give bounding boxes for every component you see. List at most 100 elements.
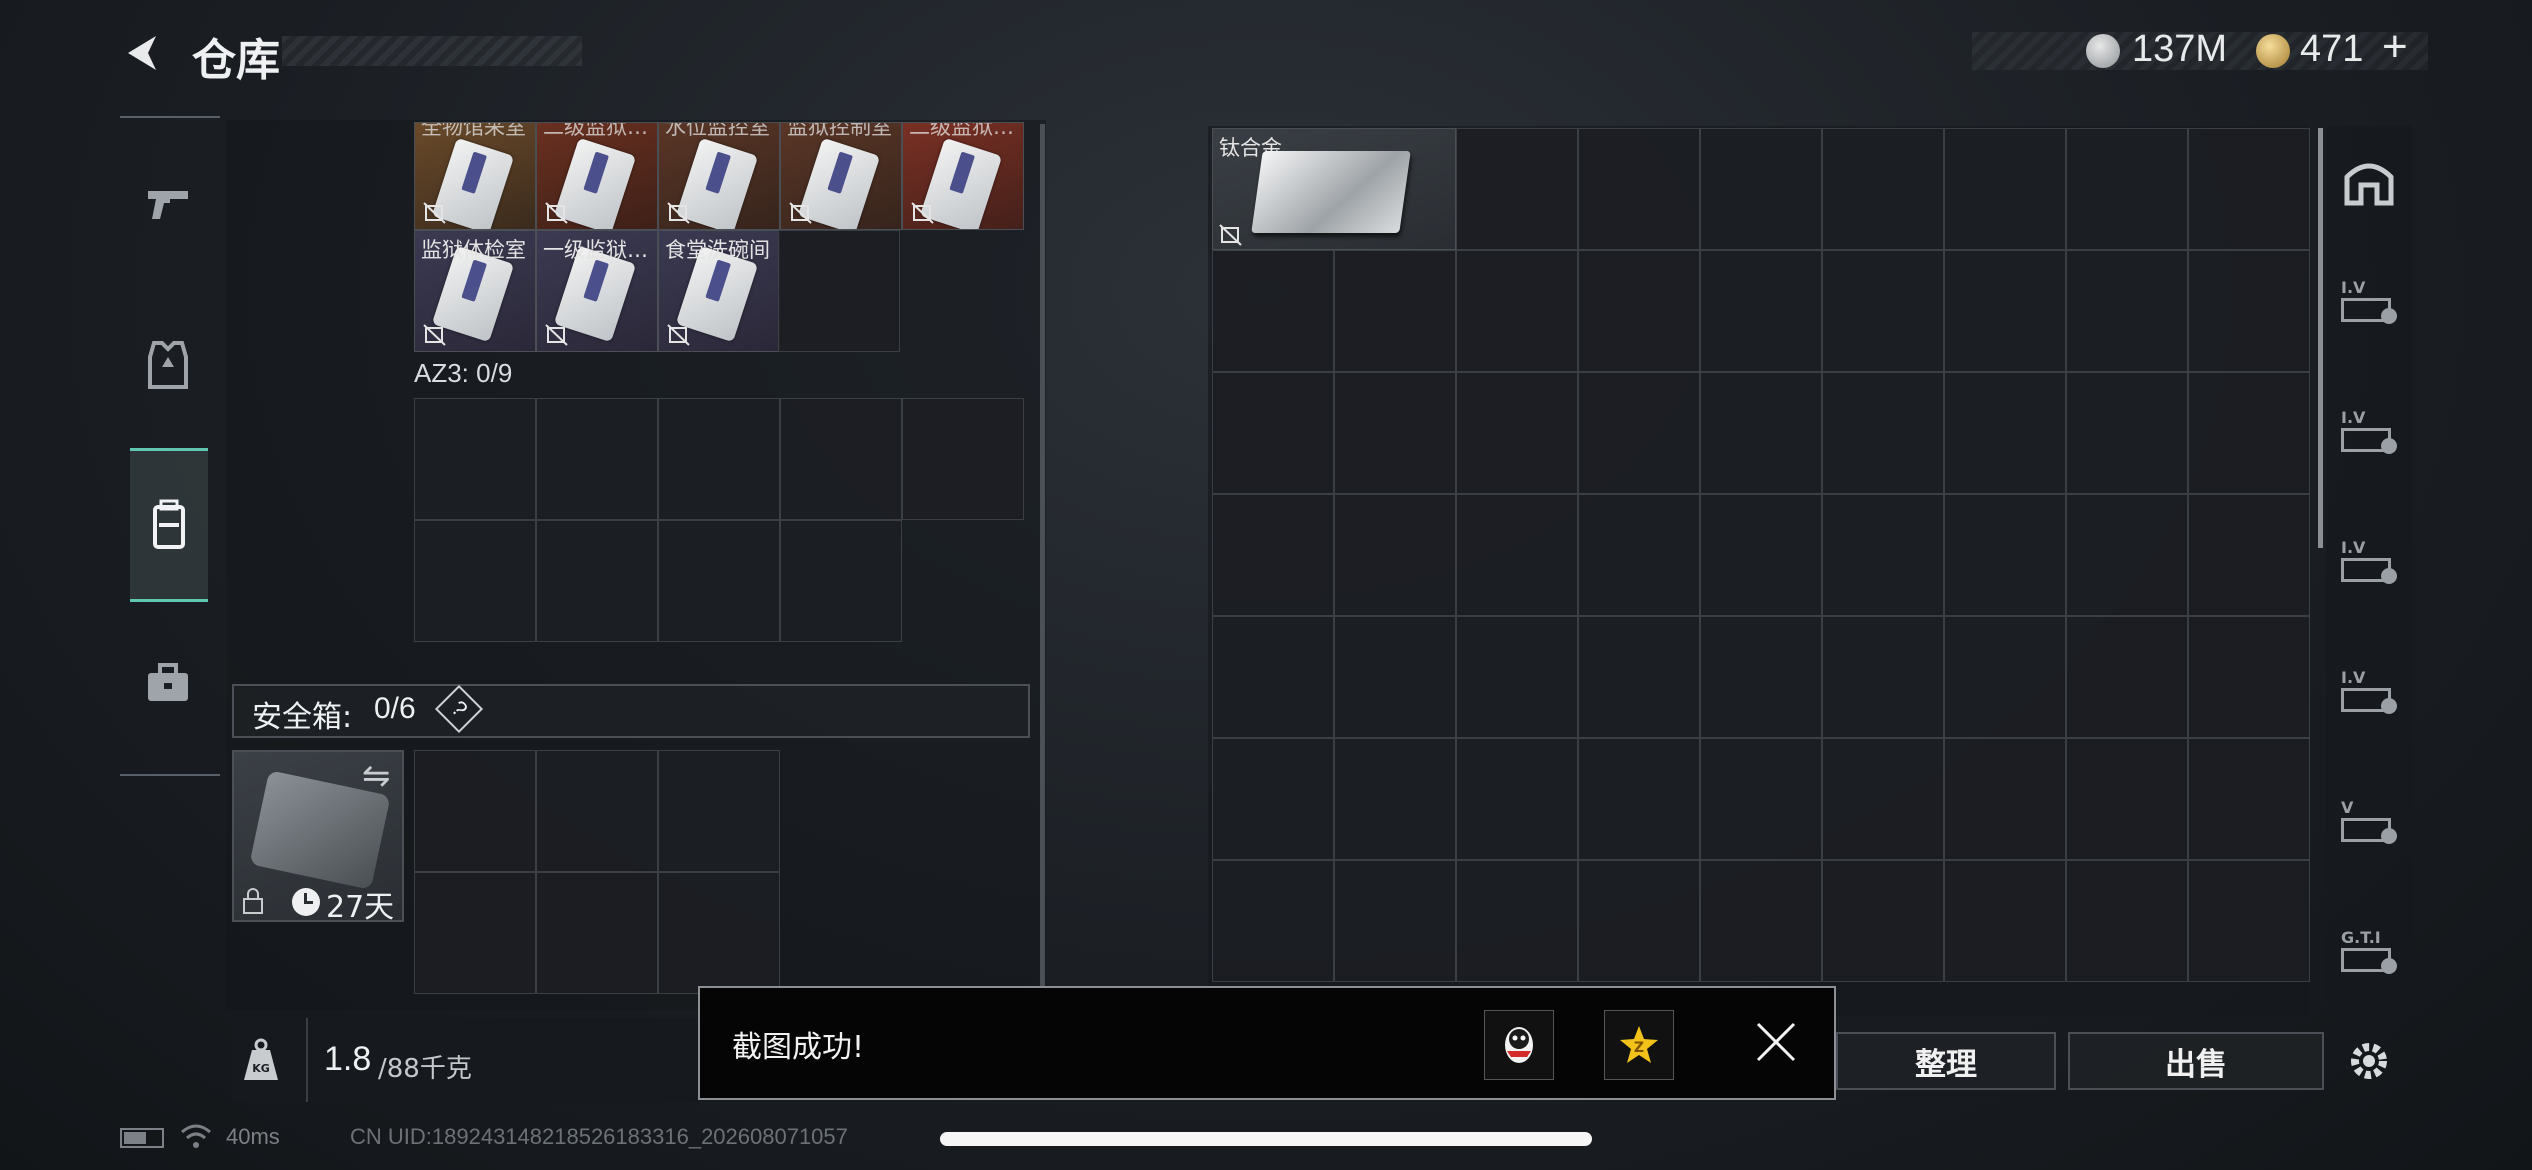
toast-close-button[interactable] <box>1752 1018 1800 1066</box>
grid-cell[interactable] <box>1700 860 1822 982</box>
back-button[interactable] <box>118 28 168 78</box>
grid-cell[interactable] <box>1334 738 1456 860</box>
grid-cell[interactable] <box>1822 616 1944 738</box>
grid-cell[interactable] <box>1822 738 1944 860</box>
grid-cell[interactable] <box>536 750 658 872</box>
grid-cell[interactable] <box>1578 372 1700 494</box>
storage-tab-3[interactable]: I.V <box>2332 526 2406 600</box>
grid-cell[interactable] <box>1212 250 1334 372</box>
grid-cell[interactable] <box>1456 616 1578 738</box>
grid-cell[interactable] <box>1822 128 1944 250</box>
grid-cell[interactable] <box>414 520 536 642</box>
grid-cell[interactable] <box>1944 738 2066 860</box>
grid-cell[interactable] <box>1944 494 2066 616</box>
grid-cell[interactable] <box>1334 372 1456 494</box>
grid-cell[interactable] <box>1700 494 1822 616</box>
grid-cell[interactable] <box>1578 494 1700 616</box>
storage-scrollbar[interactable] <box>2318 128 2323 548</box>
grid-cell[interactable] <box>2066 128 2188 250</box>
storage-tab-6[interactable]: G.T.I <box>2332 916 2406 990</box>
grid-cell[interactable] <box>1212 738 1334 860</box>
grid-cell[interactable] <box>2188 494 2310 616</box>
grid-cell[interactable] <box>1822 860 1944 982</box>
inventory-item[interactable]: 二级监狱… <box>536 122 658 230</box>
grid-cell[interactable] <box>536 398 658 520</box>
share-qq-button[interactable] <box>1484 1010 1554 1080</box>
grid-cell[interactable] <box>1456 738 1578 860</box>
tab-armor[interactable] <box>108 290 228 440</box>
grid-cell[interactable] <box>2066 372 2188 494</box>
grid-cell[interactable] <box>1822 250 1944 372</box>
grid-cell[interactable] <box>2066 250 2188 372</box>
grid-cell[interactable] <box>1578 738 1700 860</box>
grid-cell[interactable] <box>2188 860 2310 982</box>
grid-cell[interactable] <box>780 398 902 520</box>
grid-cell[interactable] <box>1334 250 1456 372</box>
grid-cell[interactable] <box>1944 860 2066 982</box>
grid-cell[interactable] <box>1578 616 1700 738</box>
tab-weapons[interactable] <box>108 130 228 280</box>
grid-cell[interactable] <box>658 398 780 520</box>
grid-cell[interactable] <box>2188 616 2310 738</box>
swap-icon[interactable]: ⇋ <box>362 756 391 796</box>
storage-tab-4[interactable]: I.V <box>2332 656 2406 730</box>
grid-cell[interactable] <box>1456 372 1578 494</box>
grid-cell[interactable] <box>1822 494 1944 616</box>
grid-cell[interactable] <box>658 872 780 994</box>
grid-cell[interactable] <box>1822 372 1944 494</box>
grid-cell[interactable] <box>1456 494 1578 616</box>
grid-cell[interactable] <box>414 398 536 520</box>
tab-backpack[interactable] <box>130 448 208 602</box>
grid-cell[interactable] <box>1578 860 1700 982</box>
storage-tab-2[interactable]: I.V <box>2332 396 2406 470</box>
inventory-item[interactable]: 一级监狱… <box>536 230 658 352</box>
grid-cell[interactable] <box>1700 128 1822 250</box>
home-indicator[interactable] <box>940 1132 1592 1146</box>
grid-cell[interactable] <box>1944 250 2066 372</box>
grid-cell[interactable] <box>1212 494 1334 616</box>
inventory-item[interactable]: 食堂洗碗间 <box>658 230 780 352</box>
grid-cell[interactable] <box>1334 494 1456 616</box>
inventory-item[interactable]: 二级监狱… <box>902 122 1024 230</box>
grid-cell[interactable] <box>2066 494 2188 616</box>
add-currency-button[interactable]: + <box>2382 22 2408 72</box>
storage-item-titanium[interactable]: 钛合金 <box>1212 128 1456 250</box>
grid-cell[interactable] <box>1578 250 1700 372</box>
grid-cell[interactable] <box>1700 250 1822 372</box>
sell-button[interactable]: 出售 <box>2068 1032 2324 1090</box>
grid-cell[interactable] <box>2066 616 2188 738</box>
grid-cell[interactable] <box>1578 128 1700 250</box>
grid-cell[interactable] <box>658 750 780 872</box>
grid-cell[interactable] <box>1944 616 2066 738</box>
grid-cell[interactable] <box>1944 372 2066 494</box>
grid-cell[interactable] <box>2188 250 2310 372</box>
sort-button[interactable]: 整理 <box>1836 1032 2056 1090</box>
grid-cell[interactable] <box>414 750 536 872</box>
grid-cell[interactable] <box>1212 860 1334 982</box>
share-qzone-button[interactable]: Z <box>1604 1010 1674 1080</box>
grid-cell[interactable] <box>1212 616 1334 738</box>
settings-button[interactable] <box>2332 1026 2406 1100</box>
grid-cell[interactable] <box>536 872 658 994</box>
grid-cell[interactable] <box>414 872 536 994</box>
grid-cell[interactable] <box>1456 250 1578 372</box>
storage-tab-1[interactable]: I.V <box>2332 266 2406 340</box>
grid-cell[interactable] <box>658 520 780 642</box>
tab-case[interactable] <box>108 608 228 758</box>
storage-tab-0[interactable] <box>2332 146 2406 220</box>
grid-cell[interactable] <box>1212 372 1334 494</box>
grid-cell[interactable] <box>2066 860 2188 982</box>
grid-cell[interactable] <box>2188 738 2310 860</box>
grid-cell[interactable] <box>1334 860 1456 982</box>
grid-cell[interactable] <box>2188 128 2310 250</box>
grid-cell[interactable] <box>1456 860 1578 982</box>
grid-cell[interactable] <box>2188 372 2310 494</box>
grid-cell[interactable] <box>1700 616 1822 738</box>
inventory-item[interactable]: 水位监控室 <box>658 122 780 230</box>
grid-cell[interactable] <box>1700 372 1822 494</box>
inventory-item[interactable]: 全物馆采室 <box>414 122 536 230</box>
grid-cell[interactable] <box>1700 738 1822 860</box>
empty-slot[interactable] <box>778 230 900 352</box>
grid-cell[interactable] <box>902 398 1024 520</box>
storage-tab-5[interactable]: V <box>2332 786 2406 860</box>
